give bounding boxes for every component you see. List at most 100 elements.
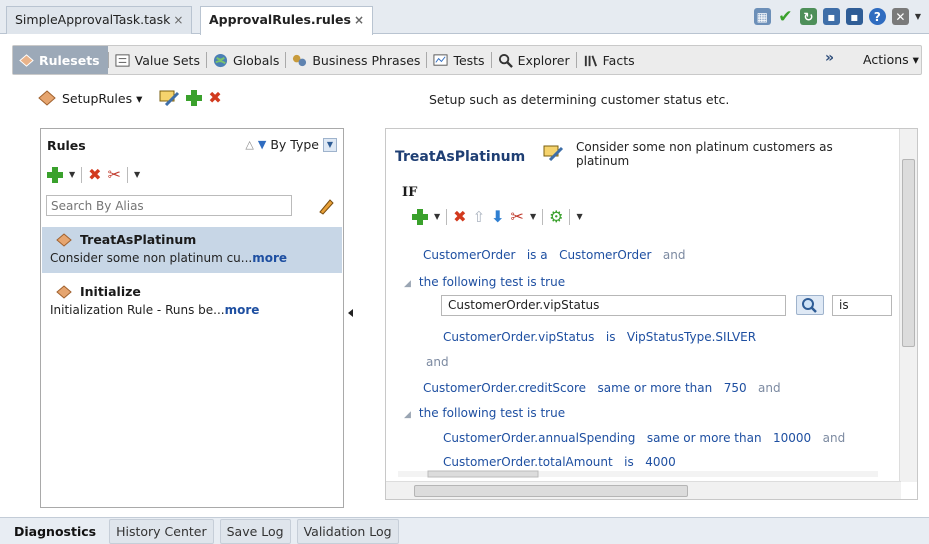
- rule-title: TreatAsPlatinum: [395, 149, 526, 165]
- delete-ruleset-icon[interactable]: ✖: [208, 90, 221, 106]
- add-rule-icon[interactable]: [47, 166, 63, 183]
- chevron-down-icon[interactable]: ▼: [915, 12, 921, 21]
- search-rules-input[interactable]: [46, 195, 292, 216]
- divider: [81, 166, 83, 183]
- condition-line[interactable]: CustomerOrder.creditScore same or more t…: [423, 381, 781, 395]
- operator-field[interactable]: is: [832, 295, 892, 316]
- tab-history-center[interactable]: History Center: [109, 518, 214, 544]
- horizontal-scrollbar[interactable]: [386, 481, 901, 499]
- condition-line[interactable]: CustomerOrder.annualSpending same or mor…: [443, 431, 845, 445]
- condition-line[interactable]: CustomerOrder is a CustomerOrder and: [423, 248, 685, 262]
- rule-name: TreatAsPlatinum: [80, 232, 197, 247]
- nav-item-explorer[interactable]: Explorer: [492, 53, 576, 68]
- move-up-icon[interactable]: ⇧: [473, 208, 486, 226]
- check-icon[interactable]: ✔: [777, 7, 794, 27]
- vertical-scrollbar[interactable]: [899, 129, 917, 482]
- ruleset-toolbar: SetupRules ▾ ✖: [38, 90, 222, 106]
- rule-item-treat-as-platinum[interactable]: TreatAsPlatinum Consider some non platin…: [42, 227, 342, 273]
- edit-ruleset-icon[interactable]: [158, 90, 180, 106]
- facts-icon: [584, 54, 597, 66]
- close-window-icon[interactable]: ✕: [891, 8, 909, 25]
- sort-descending-icon[interactable]: ▼: [258, 138, 266, 151]
- rules-panel: Rules △ ▼ By Type ▼ ▼ ✖ ✂ ▼ TreatAsPlati…: [40, 128, 344, 508]
- actions-menu[interactable]: Actions ▾: [863, 52, 919, 67]
- collapse-triangle-icon[interactable]: ◢: [404, 410, 411, 420]
- tab-diagnostics[interactable]: Diagnostics: [7, 519, 103, 544]
- chevron-down-icon[interactable]: ▼: [69, 170, 75, 179]
- rule-icon: [56, 232, 72, 247]
- nav-item-facts[interactable]: Facts: [577, 53, 641, 68]
- cut-icon[interactable]: ✂: [108, 165, 121, 184]
- rules-panel-title: Rules: [47, 138, 86, 153]
- editor-toolbar: ▦ ✔ ↻ ▪ ▪ ? ✕ ▼: [753, 7, 921, 27]
- rule-icon: [56, 284, 72, 299]
- business-phrases-icon: [293, 54, 307, 66]
- nav-item-business-phrases[interactable]: Business Phrases: [286, 53, 426, 68]
- rule-description: Initialization Rule - Runs be...: [50, 303, 225, 317]
- nav-item-globals[interactable]: Globals: [207, 53, 285, 68]
- deploy-icon[interactable]: ↻: [799, 8, 817, 25]
- edit-rule-icon[interactable]: [542, 145, 564, 161]
- search-icon: [802, 298, 817, 313]
- sort-ascending-icon[interactable]: △: [245, 138, 253, 151]
- test-group-line[interactable]: ◢ the following test is true: [404, 406, 565, 420]
- condition-line[interactable]: CustomerOrder.totalAmount is 4000: [443, 455, 676, 469]
- chevron-down-icon[interactable]: ▼: [434, 212, 440, 221]
- add-condition-icon[interactable]: [412, 208, 428, 225]
- tab-validation-log[interactable]: Validation Log: [296, 518, 399, 544]
- tab-approval-rules[interactable]: ApprovalRules.rules ×: [200, 6, 373, 35]
- move-down-icon[interactable]: ⬇: [491, 207, 504, 226]
- settings-gear-icon[interactable]: ⚙: [549, 207, 563, 226]
- tab-simple-approval-task[interactable]: SimpleApprovalTask.task ×: [6, 6, 193, 34]
- delete-rule-icon[interactable]: ✖: [88, 166, 101, 183]
- horizontal-scrollbar-thumb[interactable]: [414, 485, 688, 497]
- chart-icon[interactable]: ▦: [753, 8, 771, 25]
- collapse-triangle-icon[interactable]: ◢: [404, 279, 411, 289]
- divider: [446, 208, 448, 225]
- bottom-log-tabs: Diagnostics History Center Save Log Vali…: [0, 517, 929, 544]
- overflow-chevron-icon[interactable]: »: [825, 50, 834, 66]
- cut-icon[interactable]: ✂: [511, 207, 524, 226]
- nav-item-value-sets[interactable]: Value Sets: [109, 53, 206, 68]
- divider: [569, 208, 571, 225]
- ruleset-selector[interactable]: SetupRules ▾: [62, 91, 142, 106]
- editor-tab-strip: SimpleApprovalTask.task × ApprovalRules.r…: [0, 0, 929, 35]
- condition-toolbar: ▼ ✖ ⇧ ⬇ ✂ ▼ ⚙ ▼: [412, 207, 583, 226]
- rule-editor: TreatAsPlatinum Consider some non platin…: [385, 128, 918, 500]
- ruleset-description: Setup such as determining customer statu…: [429, 92, 730, 107]
- expression-field[interactable]: CustomerOrder.vipStatus: [441, 295, 786, 316]
- save-all-icon[interactable]: ▪: [845, 8, 863, 25]
- sort-control: △ ▼ By Type ▼: [245, 137, 337, 152]
- edit-alias-icon[interactable]: [317, 197, 335, 215]
- rule-item-initialize[interactable]: Initialize Initialization Rule - Runs be…: [42, 279, 342, 325]
- and-connector[interactable]: and: [426, 355, 449, 369]
- dictionary-nav-bar: Rulesets Value Sets Globals Business Phr…: [12, 45, 922, 75]
- inner-horizontal-scrollbar[interactable]: [398, 469, 878, 479]
- tests-icon: [433, 53, 448, 66]
- chevron-down-icon[interactable]: ▼: [576, 212, 582, 221]
- condition-line[interactable]: CustomerOrder.vipStatus is VipStatusType…: [443, 330, 756, 344]
- tab-save-log[interactable]: Save Log: [219, 518, 291, 544]
- close-tab-icon[interactable]: ×: [173, 13, 183, 27]
- chevron-down-icon[interactable]: ▼: [530, 212, 536, 221]
- more-link[interactable]: more: [225, 303, 260, 317]
- divider: [126, 166, 128, 183]
- nav-item-tests[interactable]: Tests: [427, 53, 490, 68]
- tab-label: ApprovalRules.rules: [209, 12, 351, 27]
- search-icon: [498, 53, 513, 68]
- collapse-panel-handle[interactable]: [348, 306, 354, 320]
- rule-name: Initialize: [80, 284, 141, 299]
- save-icon[interactable]: ▪: [822, 8, 840, 25]
- ruleset-icon: [19, 53, 34, 67]
- close-tab-icon[interactable]: ×: [354, 13, 364, 27]
- add-ruleset-icon[interactable]: [186, 90, 203, 106]
- test-group-line[interactable]: ◢ the following test is true: [404, 275, 565, 289]
- help-icon[interactable]: ?: [868, 8, 886, 25]
- delete-condition-icon[interactable]: ✖: [453, 208, 466, 225]
- chevron-down-icon[interactable]: ▼: [134, 170, 140, 179]
- sort-dropdown-button[interactable]: ▼: [323, 137, 337, 152]
- nav-item-rulesets[interactable]: Rulesets: [13, 46, 108, 74]
- vertical-scrollbar-thumb[interactable]: [902, 159, 915, 347]
- expression-search-button[interactable]: [796, 295, 824, 315]
- more-link[interactable]: more: [252, 251, 287, 265]
